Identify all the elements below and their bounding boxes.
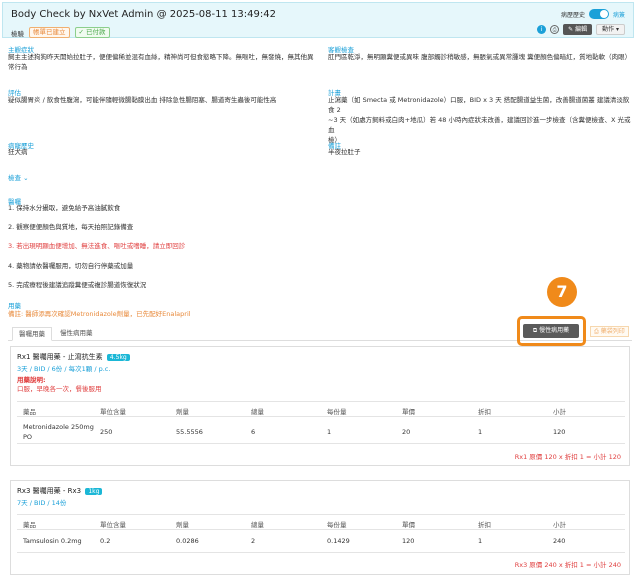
divider: [17, 443, 625, 444]
tab-chronic-meds[interactable]: 慢性病用藥: [54, 327, 99, 341]
header-actions: i ⎙ ✎ 編輯 動作 ▾: [537, 24, 625, 35]
rx3-unit-price: 120: [402, 537, 415, 545]
rx3-dose: 0.0286: [176, 537, 199, 545]
record-status-row: 檢驗 帳單已建立 ✓ 已付款: [11, 27, 110, 38]
history-toggle-label: 病歷歷史: [560, 11, 585, 19]
col-unit-content: 單位含量: [100, 521, 126, 529]
assessment-text: 疑似腸胃炎 / 飲食性腹瀉，可能伴隨輕微腸黏膜出血 排除急性腸阻塞、腸道寄生蟲後…: [8, 96, 277, 104]
col-discount: 折扣: [478, 521, 491, 529]
rx1-title-row: Rx1 醫囑用藥 - 止瀉抗生素 4.5kg: [17, 352, 130, 362]
rx3-title-row: Rx3 醫囑用藥 - Rx3 1kg: [17, 486, 103, 496]
advice-item: 5. 完成療程後建議追蹤糞便或複診腸道恢復狀況: [8, 281, 147, 289]
divider: [17, 401, 625, 402]
col-unit-price: 單價: [402, 521, 415, 529]
divider: [17, 416, 625, 417]
rx1-card: Rx1 醫囑用藥 - 止瀉抗生素 4.5kg 3天 / BID / 6份 / 每…: [10, 346, 630, 466]
rx1-dose: 55.5556: [176, 428, 203, 436]
tab-prescribed-meds[interactable]: 醫囑用藥: [12, 327, 52, 341]
subjective-text: 飼主主述狗狗昨天開始拉肚子，便便偏稀並混有血絲，精神尚可但食慾略下降。無嘔吐，無…: [8, 52, 318, 72]
print-icon[interactable]: ⎙: [550, 25, 560, 34]
rx1-weight-badge: 4.5kg: [106, 354, 130, 361]
header-toggle-group: 病歷歷史 病簽: [561, 9, 625, 19]
record-title: Body Check by NxVet Admin @ 2025-08-11 1…: [11, 9, 276, 20]
divider: [17, 552, 625, 553]
advice-item: 4. 藥物請依醫囑服用，切勿自行停藥或加量: [8, 262, 134, 270]
rx3-unit-content: 0.2: [100, 537, 111, 545]
rx3-discount: 1: [478, 537, 483, 545]
rx1-unit-price: 20: [402, 428, 411, 436]
medication-note: 備註: 醫師添再次確認Metronidazole劑量，已先配好Enalapril: [8, 310, 191, 318]
print-med-bag-label: 藥袋列印: [600, 328, 625, 335]
rx1-drug-name: Metronidazole 250mg PO: [23, 423, 94, 441]
subjective-line: 飼主主述狗狗昨天開始拉肚子，便便偏稀並混有血絲，精神尚可但食慾略下降。無嘔吐，無…: [8, 53, 314, 61]
rx3-total: Rx3 原價 240 x 折扣 1 = 小計 240: [514, 561, 621, 569]
view-toggle-label: 病簽: [612, 11, 625, 19]
rx1-title: Rx1 醫囑用藥 - 止瀉抗生素: [17, 353, 103, 361]
col-subtotal: 小計: [553, 521, 566, 529]
highlight-frame: [517, 316, 586, 346]
col-unit-price: 單價: [402, 408, 415, 416]
edit-button-label: 編輯: [575, 26, 588, 33]
history-toggle[interactable]: [588, 9, 609, 19]
advice-item: 1. 保持水分攝取，避免給予高油膩飲食: [8, 204, 121, 212]
record-type: 檢驗: [11, 29, 24, 38]
print-med-bag-button[interactable]: ⎙ 藥袋列印: [590, 326, 629, 337]
rx3-title: Rx3 醫囑用藥 - Rx3: [17, 487, 82, 495]
col-per-dose: 每份量: [327, 521, 347, 529]
step-badge: 7: [547, 277, 577, 307]
col-per-dose: 每份量: [327, 408, 347, 416]
rx3-drug-name: Tamsulosin 0.2mg: [23, 537, 82, 545]
rx3-subtotal: 240: [553, 537, 566, 545]
col-subtotal: 小計: [553, 408, 566, 416]
rx1-total: Rx1 原價 120 x 折扣 1 = 小計 120: [514, 453, 621, 461]
rx3-card: Rx3 醫囑用藥 - Rx3 1kg 7天 / BID / 14份 藥品 單位含…: [10, 480, 630, 575]
divider: [17, 514, 625, 515]
col-total-qty: 總量: [251, 408, 264, 416]
rx3-weight-badge: 1kg: [85, 488, 103, 495]
actions-dropdown[interactable]: 動作 ▾: [596, 24, 625, 35]
subjective-line: 常行為: [8, 63, 28, 71]
plan-line: 檢）: [328, 136, 341, 144]
paid-status-badge: ✓ 已付款: [74, 27, 110, 38]
more-checks-toggle[interactable]: 檢查 ⌄: [8, 172, 29, 182]
info-icon[interactable]: i: [537, 25, 547, 34]
col-dose: 劑量: [176, 408, 189, 416]
rx1-discount: 1: [478, 428, 483, 436]
rx3-frequency: 7天 / BID / 14份: [17, 499, 67, 507]
rx3-per-dose: 0.1429: [327, 537, 350, 545]
remark-text: 半夜拉肚子: [328, 148, 361, 156]
divider: [17, 529, 625, 530]
rx1-usage-text: 口服，早晚各一次，餐後服用: [17, 385, 102, 393]
rx1-frequency: 3天 / BID / 6份 / 每次1顆 / p.c.: [17, 365, 111, 373]
invoice-status-badge: 帳單已建立: [29, 27, 70, 38]
objective-text: 肛門區乾淨，無明顯糞便或異味 腹部觸診稍敏感，無脹氣或異常腫塊 糞便顏色偏暗紅，…: [328, 53, 632, 61]
col-dose: 劑量: [176, 521, 189, 529]
col-drug: 藥品: [23, 408, 36, 416]
edit-button[interactable]: ✎ 編輯: [563, 24, 593, 35]
rx1-unit-content: 250: [100, 428, 113, 436]
advice-item: 2. 觀察便便顏色與質地，每天拍照記錄備查: [8, 223, 134, 231]
plan-line: 止瀉藥（如 Smecta 或 Metronidazole）口服，BID x 3 …: [328, 96, 630, 114]
rx1-subtotal: 120: [553, 428, 566, 436]
plan-text: 止瀉藥（如 Smecta 或 Metronidazole）口服，BID x 3 …: [328, 95, 634, 145]
col-unit-content: 單位含量: [100, 408, 126, 416]
advice-item-warning: 3. 若出現明顯血便增加、無法進食、嘔吐或嗜睡，請立即回診: [8, 242, 186, 250]
history-text: 狂犬病: [8, 148, 28, 156]
rx3-total-qty: 2: [251, 537, 256, 545]
col-total-qty: 總量: [251, 521, 264, 529]
record-header: Body Check by NxVet Admin @ 2025-08-11 1…: [2, 2, 634, 38]
col-discount: 折扣: [478, 408, 491, 416]
plan-line: ~3 天（如處方飼料或白肉+地瓜）若 48 小時內症狀未改善，建議回診進一步檢查…: [328, 116, 631, 134]
rx1-total-qty: 6: [251, 428, 256, 436]
rx1-per-dose: 1: [327, 428, 332, 436]
col-drug: 藥品: [23, 521, 36, 529]
